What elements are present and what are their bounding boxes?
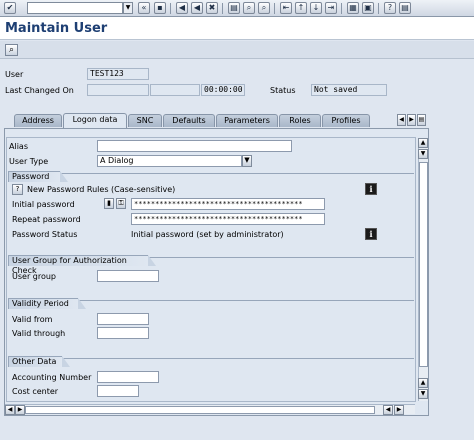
tab-list-icon[interactable]: ▤ — [417, 114, 426, 126]
scroll-down-page-icon[interactable]: ▲ — [418, 378, 428, 388]
find-next-icon[interactable]: ⌕ — [258, 2, 270, 14]
new-password-rules-label: New Password Rules (Case-sensitive) — [27, 185, 176, 194]
tab-profiles[interactable]: Profiles — [322, 114, 370, 127]
last-changed-label: Last Changed On — [5, 86, 74, 95]
back-history-icon[interactable]: « — [138, 2, 150, 14]
status-field: Not saved — [311, 84, 387, 96]
last-changed-time-field: 00:00:00 — [201, 84, 245, 96]
first-page-icon[interactable]: ⇤ — [280, 2, 292, 14]
help-icon[interactable]: ? — [384, 2, 396, 14]
horizontal-scrollbar[interactable]: ◀ ▶ ◀ ▶ — [5, 404, 415, 415]
tab-scroll-right-icon[interactable]: ▶ — [407, 114, 416, 126]
cost-center-label: Cost center — [12, 387, 59, 396]
tab-snc[interactable]: SNC — [128, 114, 162, 127]
command-field[interactable] — [27, 2, 123, 14]
tab-defaults[interactable]: Defaults — [163, 114, 215, 127]
repeat-password-label: Repeat password — [12, 215, 81, 224]
next-page-icon[interactable]: ↓ — [310, 2, 322, 14]
info-icon[interactable]: i — [365, 228, 377, 240]
cancel-icon[interactable]: ✖ — [206, 2, 218, 14]
last-page-icon[interactable]: ⇥ — [325, 2, 337, 14]
exit-icon[interactable]: ◀ — [191, 2, 203, 14]
scroll-left-icon[interactable]: ◀ — [5, 405, 15, 415]
cost-center-input[interactable] — [97, 385, 139, 397]
user-label: User — [5, 70, 24, 79]
shortcut-icon[interactable]: ▣ — [362, 2, 374, 14]
horizontal-scroll-thumb[interactable] — [25, 406, 375, 414]
tab-parameters[interactable]: Parameters — [216, 114, 278, 127]
new-session-icon[interactable]: ▦ — [347, 2, 359, 14]
tab-scroll-left-icon[interactable]: ◀ — [397, 114, 406, 126]
user-field: TEST123 — [87, 68, 149, 80]
save-icon[interactable]: ▪ — [154, 2, 166, 14]
accounting-number-input[interactable] — [97, 371, 159, 383]
valid-from-label: Valid from — [12, 315, 53, 324]
vertical-scroll-thumb[interactable] — [419, 162, 428, 367]
password-group-line — [8, 173, 414, 174]
scroll-down-icon[interactable]: ▼ — [418, 389, 428, 399]
enter-icon[interactable]: ✔ — [4, 2, 16, 14]
system-toolbar: ✔ ▼ « ▪ ◀ ◀ ✖ ▤ ⌕ ⌕ ⇤ ↑ ↓ ⇥ ▦ ▣ ? ▤ — [0, 0, 474, 17]
user-type-select[interactable]: A Dialog — [97, 155, 242, 167]
user-group-label: User group — [12, 272, 57, 281]
status-label: Status — [270, 86, 296, 95]
valid-through-input[interactable] — [97, 327, 149, 339]
user-type-dropdown-icon[interactable]: ▼ — [242, 155, 252, 167]
lock-icon[interactable]: ▮ — [104, 198, 114, 209]
search-icon[interactable]: ⌕ — [5, 44, 18, 56]
info-icon[interactable]: i — [365, 183, 377, 195]
generate-password-icon[interactable]: ⚿ — [116, 198, 126, 209]
password-status-value: Initial password (set by administrator) — [131, 230, 284, 239]
accounting-number-label: Accounting Number — [12, 373, 92, 382]
alias-label: Alias — [9, 142, 28, 151]
initial-password-input[interactable]: **************************************** — [131, 198, 325, 210]
previous-page-icon[interactable]: ↑ — [295, 2, 307, 14]
alias-input[interactable] — [97, 140, 292, 152]
repeat-password-input[interactable]: **************************************** — [131, 213, 325, 225]
title-bar: Maintain User — [0, 17, 474, 40]
auth-group-title: User Group for Authorization Check — [8, 255, 156, 275]
other-group-title: Other Data — [8, 356, 70, 367]
last-changed-date-field — [150, 84, 200, 96]
tab-address[interactable]: Address — [14, 114, 62, 127]
initial-password-label: Initial password — [12, 200, 75, 209]
scroll-left-page-icon[interactable]: ▶ — [15, 405, 25, 415]
layout-menu-icon[interactable]: ▤ — [399, 2, 411, 14]
command-history-dropdown[interactable]: ▼ — [123, 2, 133, 14]
application-toolbar: ⌕ — [0, 41, 474, 59]
valid-through-label: Valid through — [12, 329, 66, 338]
find-icon[interactable]: ⌕ — [243, 2, 255, 14]
tab-roles[interactable]: Roles — [279, 114, 321, 127]
valid-from-input[interactable] — [97, 313, 149, 325]
scroll-up-page-icon[interactable]: ▼ — [418, 149, 428, 159]
scroll-up-icon[interactable]: ▲ — [418, 138, 428, 148]
scroll-right-page-icon[interactable]: ◀ — [383, 405, 393, 415]
password-rules-icon[interactable]: ? — [12, 184, 23, 195]
user-type-label: User Type — [9, 157, 49, 166]
page-title: Maintain User — [5, 21, 108, 36]
vertical-scrollbar[interactable]: ▲ ▼ ▲ ▼ — [418, 138, 428, 401]
user-group-input[interactable] — [97, 270, 159, 282]
last-changed-by-field — [87, 84, 149, 96]
print-icon[interactable]: ▤ — [228, 2, 240, 14]
back-icon[interactable]: ◀ — [176, 2, 188, 14]
validity-group-title: Validity Period — [8, 298, 86, 309]
password-status-label: Password Status — [12, 230, 78, 239]
tab-logon-data[interactable]: Logon data — [63, 113, 127, 128]
password-group-title: Password — [8, 171, 68, 182]
scroll-right-icon[interactable]: ▶ — [394, 405, 404, 415]
